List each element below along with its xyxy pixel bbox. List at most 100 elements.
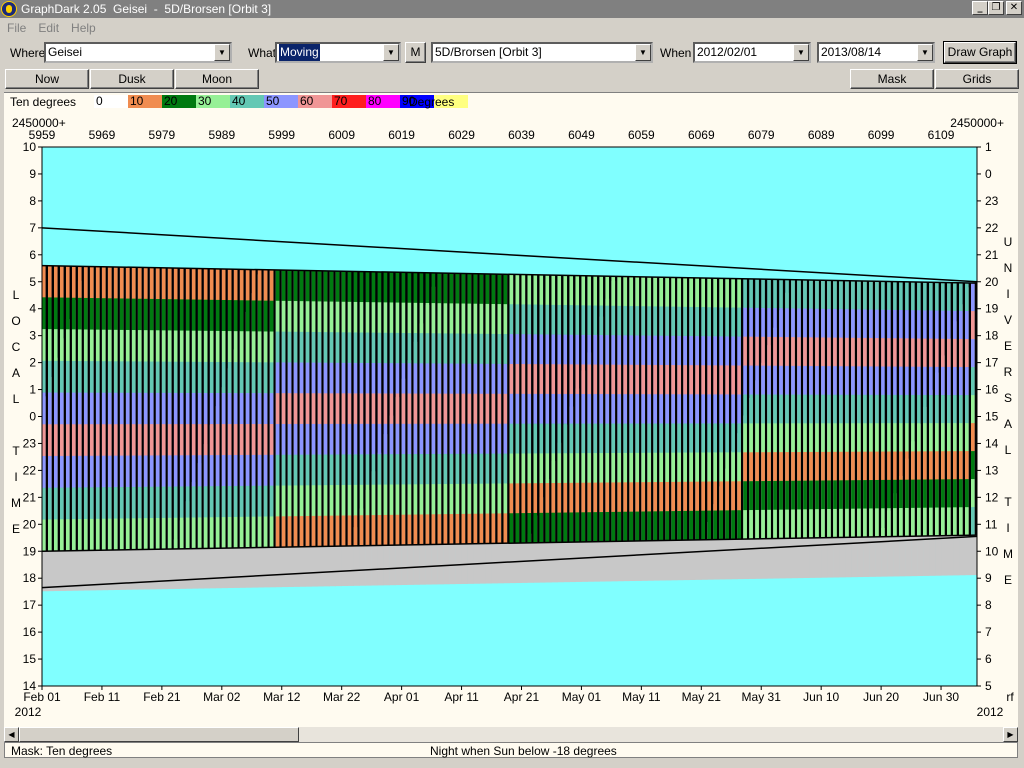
what-select[interactable]: Moving ▼ [275, 42, 401, 63]
menu-help[interactable]: Help [65, 21, 102, 35]
altitude-gap [728, 423, 732, 453]
altitude-bar [449, 483, 454, 515]
altitude-bar [245, 393, 250, 425]
where-select[interactable]: Geisei ▼ [44, 42, 232, 63]
altitude-bar [779, 365, 783, 395]
altitude-gap [848, 366, 852, 396]
chevron-down-icon[interactable]: ▼ [635, 44, 651, 61]
altitude-gap [699, 365, 702, 395]
app-icon[interactable] [1, 1, 17, 17]
altitude-bar [137, 424, 142, 456]
dusk-button[interactable]: Dusk [90, 69, 174, 89]
altitude-bar [149, 330, 154, 362]
altitude-bar [287, 300, 292, 333]
altitude-bar [881, 281, 885, 311]
altitude-bar [827, 280, 831, 310]
altitude-bar [833, 366, 837, 396]
now-button[interactable]: Now [5, 69, 89, 89]
altitude-bar [905, 281, 909, 311]
altitude-bar [449, 453, 454, 485]
altitude-gap [417, 484, 420, 515]
altitude-gap [549, 275, 552, 306]
altitude-bar [173, 455, 178, 487]
altitude-bar [383, 332, 388, 364]
altitude-gap [920, 479, 924, 509]
menu-edit[interactable]: Edit [32, 21, 65, 35]
altitude-gap [812, 509, 816, 539]
altitude-bar [239, 485, 244, 518]
altitude-bar [197, 299, 202, 332]
altitude-bar [455, 453, 460, 485]
altitude-gap [824, 308, 828, 338]
altitude-bar [863, 480, 867, 509]
altitude-gap [615, 335, 618, 365]
altitude-bar [527, 453, 532, 484]
altitude-bar [155, 330, 160, 362]
chevron-down-icon[interactable]: ▼ [214, 44, 230, 61]
altitude-bar [557, 512, 562, 543]
start-date-select[interactable]: 2012/02/01 ▼ [693, 42, 811, 63]
twilight-column [71, 550, 79, 591]
menu-file[interactable]: File [1, 21, 32, 35]
chevron-down-icon[interactable]: ▼ [917, 44, 933, 61]
altitude-gap [746, 365, 750, 395]
altitude-bar [635, 511, 640, 542]
altitude-bar [167, 455, 172, 487]
scroll-left-icon[interactable]: ◀ [4, 727, 19, 742]
end-date-select[interactable]: 2013/08/14 ▼ [817, 42, 935, 63]
altitude-gap [261, 269, 264, 301]
chevron-down-icon[interactable]: ▼ [793, 44, 809, 61]
altitude-gap [267, 300, 270, 332]
altitude-gap [866, 394, 870, 424]
altitude-bar [461, 393, 466, 425]
altitude-gap [81, 392, 84, 425]
grids-button[interactable]: Grids [935, 69, 1019, 89]
altitude-gap [333, 362, 336, 394]
altitude-bar [419, 423, 424, 455]
altitude-bar [269, 454, 274, 486]
right-axis-tick: 14 [985, 436, 999, 450]
altitude-bar [545, 334, 550, 365]
scroll-thumb[interactable] [19, 727, 299, 742]
altitude-gap [375, 423, 378, 455]
altitude-gap [237, 516, 240, 549]
altitude-bar [455, 363, 460, 394]
altitude-bar [425, 303, 430, 334]
close-button[interactable]: ✕ [1006, 1, 1022, 15]
altitude-gap [435, 514, 438, 545]
m-button[interactable]: M [405, 42, 426, 63]
altitude-gap [117, 329, 120, 362]
altitude-gap [345, 301, 348, 333]
altitude-gap [219, 517, 222, 549]
minimize-button[interactable]: _ [972, 1, 988, 15]
altitude-gap [429, 423, 432, 455]
altitude-bar [965, 367, 969, 396]
moon-button[interactable]: Moon [175, 69, 259, 89]
altitude-gap [135, 486, 138, 519]
altitude-bar [125, 298, 130, 331]
object-select[interactable]: 5D/Brorsen [Orbit 3] ▼ [431, 42, 653, 63]
draw-graph-button[interactable]: Draw Graph [943, 41, 1017, 64]
altitude-gap [399, 363, 402, 394]
mask-button[interactable]: Mask [850, 69, 934, 89]
altitude-gap [129, 361, 132, 394]
altitude-bar [731, 481, 735, 511]
altitude-gap [273, 423, 276, 456]
altitude-gap [297, 393, 300, 425]
altitude-bar [299, 331, 304, 363]
chevron-down-icon[interactable]: ▼ [383, 44, 399, 61]
restore-button[interactable]: ❐ [988, 1, 1004, 15]
altitude-bar [371, 515, 376, 546]
altitude-bar [755, 452, 759, 482]
altitude-gap [806, 451, 810, 481]
altitude-gap [201, 361, 204, 394]
altitude-gap [237, 300, 240, 332]
scroll-right-icon[interactable]: ▶ [1003, 727, 1018, 742]
altitude-gap [561, 423, 564, 454]
altitude-bar [791, 308, 795, 338]
altitude-bar [299, 423, 304, 455]
altitude-bar [263, 393, 268, 425]
altitude-bar [107, 518, 112, 551]
altitude-gap [639, 335, 642, 366]
horizontal-scrollbar[interactable]: ◀ ▶ [4, 727, 1018, 742]
